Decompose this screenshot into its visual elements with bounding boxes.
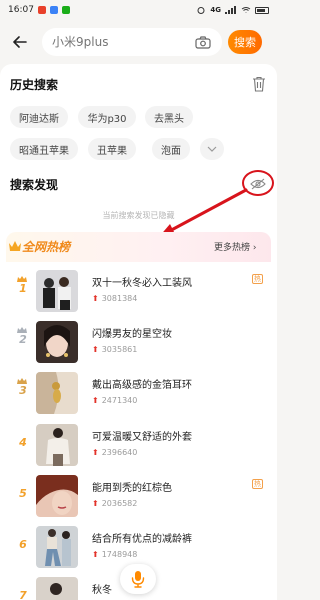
app-notification-icon: [37, 6, 46, 14]
status-time: 16:07: [8, 5, 34, 15]
trend-up-icon: ⬆: [92, 294, 99, 303]
trend-up-icon: ⬆: [92, 499, 99, 508]
item-thumbnail: [36, 577, 78, 600]
item-count: ⬆ 3035861: [92, 345, 137, 354]
history-chip[interactable]: 阿迪达斯: [10, 106, 68, 128]
history-title: 历史搜索: [10, 78, 59, 92]
hot-badge: 热: [252, 274, 263, 284]
hot-list-item[interactable]: 2 闪爆男友的星空妆 ⬆ 3035861: [6, 317, 271, 369]
wifi-icon: [241, 7, 251, 13]
trend-up-icon: ⬆: [92, 550, 99, 559]
item-thumbnail: [36, 321, 78, 363]
item-title: 能用到秃的红棕色: [92, 483, 172, 494]
alarm-icon: [197, 7, 205, 14]
item-thumbnail: [36, 424, 78, 466]
status-left: 16:07: [8, 5, 70, 15]
status-right: 4G: [196, 6, 269, 14]
search-input[interactable]: [52, 35, 192, 49]
search-button[interactable]: 搜索: [228, 30, 262, 54]
trend-up-icon: ⬆: [92, 396, 99, 405]
camera-icon[interactable]: [194, 34, 212, 50]
rank-number: 6: [19, 538, 27, 551]
history-chip[interactable]: 昭通丑苹果: [10, 138, 78, 160]
item-title: 秋冬: [92, 585, 112, 596]
item-thumbnail: [36, 475, 78, 517]
item-title: 闪爆男友的星空妆: [92, 329, 172, 340]
item-count-value: 2036582: [101, 499, 138, 508]
item-count: ⬆ 2036582: [92, 499, 137, 508]
item-thumbnail: [36, 526, 78, 568]
rank-number: 2: [19, 333, 27, 346]
history-chip[interactable]: 华为p30: [78, 106, 136, 128]
status-bar: 16:07 4G: [0, 0, 277, 20]
more-hot-lists-link[interactable]: 更多热榜 ›: [214, 240, 257, 253]
trend-up-icon: ⬆: [92, 448, 99, 457]
item-count: ⬆ 2471340: [92, 396, 137, 405]
hot-list-item[interactable]: 3 戴出高级感的金箔耳环 ⬆ 2471340: [6, 368, 271, 420]
item-title: 双十一秋冬必入工装风: [92, 278, 192, 289]
app-notification-icon: [61, 6, 70, 14]
network-type: 4G: [210, 6, 221, 14]
battery-icon: [255, 6, 269, 14]
item-count-value: 2396640: [101, 448, 138, 457]
history-chip[interactable]: 泡面: [152, 138, 190, 160]
item-count-value: 3035861: [101, 345, 138, 354]
more-hot-lists-label: 更多热榜: [214, 243, 251, 253]
rank-number: 5: [19, 487, 27, 500]
item-count: ⬆ 1748948: [92, 550, 137, 559]
crown-icon: [9, 241, 21, 251]
trend-up-icon: ⬆: [92, 345, 99, 354]
item-title: 戴出高级感的金箔耳环: [92, 380, 192, 391]
item-count-value: 1748948: [101, 550, 138, 559]
hot-list: 1 双十一秋冬必入工装风 ⬆ 3081384 热 2 闪爆男友的星空妆 ⬆ 30…: [6, 262, 271, 600]
history-chip[interactable]: 去黑头: [145, 106, 193, 128]
history-chip[interactable]: 丑苹果: [88, 138, 136, 160]
hot-list-title: 全网热榜: [22, 240, 71, 254]
discover-title: 搜索发现: [10, 178, 59, 192]
hot-list-item[interactable]: 4 可爱温暖又舒适的外套 ⬆ 2396640: [6, 420, 271, 472]
back-arrow-icon[interactable]: [8, 30, 32, 54]
search-box[interactable]: [42, 28, 222, 56]
item-title: 可爱温暖又舒适的外套: [92, 432, 192, 443]
item-count-value: 2471340: [101, 396, 138, 405]
chevron-down-icon[interactable]: [200, 138, 224, 160]
hot-badge: 热: [252, 479, 263, 489]
item-count: ⬆ 3081384: [92, 294, 137, 303]
chevron-right-icon: ›: [252, 243, 257, 253]
item-count-value: 3081384: [101, 294, 138, 303]
rank-number: 3: [19, 384, 27, 397]
item-count: ⬆ 2396640: [92, 448, 137, 457]
microphone-icon[interactable]: [120, 564, 156, 594]
signal-icon: [225, 6, 236, 14]
item-title: 结合所有优点的减龄裤: [92, 534, 192, 545]
item-thumbnail: [36, 372, 78, 414]
item-thumbnail: [36, 270, 78, 312]
hot-list-item[interactable]: 5 能用到秃的红棕色 ⬆ 2036582 热: [6, 471, 271, 523]
rank-number: 7: [19, 589, 27, 600]
trash-icon[interactable]: [252, 76, 266, 92]
search-header: 搜索: [0, 24, 277, 60]
rank-number: 1: [19, 282, 27, 295]
app-notification-icon: [49, 6, 58, 14]
rank-number: 4: [19, 436, 27, 449]
hot-list-item[interactable]: 1 双十一秋冬必入工装风 ⬆ 3081384 热: [6, 266, 271, 318]
